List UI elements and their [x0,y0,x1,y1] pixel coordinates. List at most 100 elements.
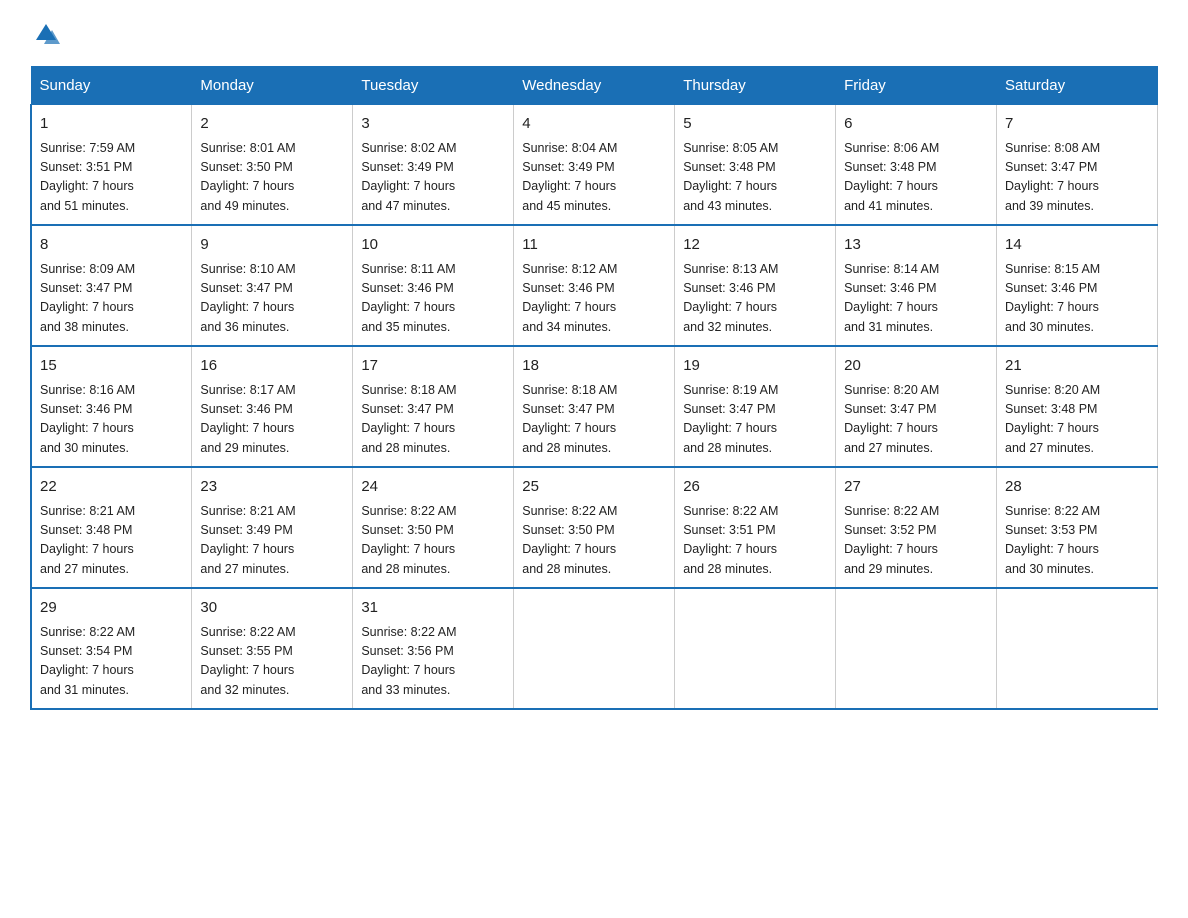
day-info: Sunrise: 8:22 AMSunset: 3:53 PMDaylight:… [1005,502,1149,580]
day-number: 13 [844,234,988,257]
day-info: Sunrise: 8:12 AMSunset: 3:46 PMDaylight:… [522,260,666,338]
day-cell: 1 Sunrise: 7:59 AMSunset: 3:51 PMDaylight… [31,105,192,226]
column-header-sunday: Sunday [31,67,192,105]
day-number: 23 [200,476,344,499]
day-number: 9 [200,234,344,257]
day-info: Sunrise: 8:19 AMSunset: 3:47 PMDaylight:… [683,381,827,459]
day-number: 24 [361,476,505,499]
day-info: Sunrise: 7:59 AMSunset: 3:51 PMDaylight:… [40,139,183,217]
day-number: 17 [361,355,505,378]
column-header-friday: Friday [836,67,997,105]
day-info: Sunrise: 8:22 AMSunset: 3:52 PMDaylight:… [844,502,988,580]
day-info: Sunrise: 8:15 AMSunset: 3:46 PMDaylight:… [1005,260,1149,338]
week-row-1: 1 Sunrise: 7:59 AMSunset: 3:51 PMDaylight… [31,105,1158,226]
day-info: Sunrise: 8:20 AMSunset: 3:47 PMDaylight:… [844,381,988,459]
week-row-2: 8 Sunrise: 8:09 AMSunset: 3:47 PMDaylight… [31,225,1158,346]
day-number: 10 [361,234,505,257]
day-cell: 27 Sunrise: 8:22 AMSunset: 3:52 PMDayligh… [836,467,997,588]
day-cell: 16Sunrise: 8:17 AMSunset: 3:46 PMDayligh… [192,346,353,467]
day-cell: 26 Sunrise: 8:22 AMSunset: 3:51 PMDayligh… [675,467,836,588]
day-info: Sunrise: 8:14 AMSunset: 3:46 PMDaylight:… [844,260,988,338]
day-cell: 18 Sunrise: 8:18 AMSunset: 3:47 PMDayligh… [514,346,675,467]
day-number: 26 [683,476,827,499]
column-header-saturday: Saturday [997,67,1158,105]
day-cell: 17Sunrise: 8:18 AMSunset: 3:47 PMDayligh… [353,346,514,467]
day-cell: 31 Sunrise: 8:22 AMSunset: 3:56 PMDayligh… [353,588,514,709]
day-info: Sunrise: 8:06 AMSunset: 3:48 PMDaylight:… [844,139,988,217]
day-cell: 13 Sunrise: 8:14 AMSunset: 3:46 PMDayligh… [836,225,997,346]
day-number: 11 [522,234,666,257]
day-info: Sunrise: 8:22 AMSunset: 3:50 PMDaylight:… [522,502,666,580]
day-info: Sunrise: 8:08 AMSunset: 3:47 PMDaylight:… [1005,139,1149,217]
day-cell: 19 Sunrise: 8:19 AMSunset: 3:47 PMDayligh… [675,346,836,467]
day-cell: 11 Sunrise: 8:12 AMSunset: 3:46 PMDayligh… [514,225,675,346]
day-number: 15 [40,355,183,378]
day-info: Sunrise: 8:18 AMSunset: 3:47 PMDaylight:… [522,381,666,459]
day-cell: 28 Sunrise: 8:22 AMSunset: 3:53 PMDayligh… [997,467,1158,588]
day-number: 22 [40,476,183,499]
day-cell: 23 Sunrise: 8:21 AMSunset: 3:49 PMDayligh… [192,467,353,588]
day-cell: 22 Sunrise: 8:21 AMSunset: 3:48 PMDayligh… [31,467,192,588]
day-info: Sunrise: 8:11 AMSunset: 3:46 PMDaylight:… [361,260,505,338]
day-number: 3 [361,113,505,136]
day-cell [997,588,1158,709]
day-info: Sunrise: 8:22 AMSunset: 3:54 PMDaylight:… [40,623,183,701]
day-number: 19 [683,355,827,378]
day-info: Sunrise: 8:13 AMSunset: 3:46 PMDaylight:… [683,260,827,338]
day-info: Sunrise: 8:22 AMSunset: 3:51 PMDaylight:… [683,502,827,580]
day-info: Sunrise: 8:17 AMSunset: 3:46 PMDaylight:… [200,381,344,459]
day-number: 30 [200,597,344,620]
day-cell: 2Sunrise: 8:01 AMSunset: 3:50 PMDaylight… [192,105,353,226]
day-cell: 9 Sunrise: 8:10 AMSunset: 3:47 PMDaylight… [192,225,353,346]
day-info: Sunrise: 8:21 AMSunset: 3:48 PMDaylight:… [40,502,183,580]
day-info: Sunrise: 8:10 AMSunset: 3:47 PMDaylight:… [200,260,344,338]
day-cell: 29 Sunrise: 8:22 AMSunset: 3:54 PMDayligh… [31,588,192,709]
day-info: Sunrise: 8:22 AMSunset: 3:55 PMDaylight:… [200,623,344,701]
column-header-wednesday: Wednesday [514,67,675,105]
column-header-monday: Monday [192,67,353,105]
day-number: 29 [40,597,183,620]
column-header-thursday: Thursday [675,67,836,105]
day-number: 7 [1005,113,1149,136]
day-number: 1 [40,113,183,136]
day-cell: 12Sunrise: 8:13 AMSunset: 3:46 PMDayligh… [675,225,836,346]
day-number: 20 [844,355,988,378]
day-cell: 10 Sunrise: 8:11 AMSunset: 3:46 PMDayligh… [353,225,514,346]
day-info: Sunrise: 8:09 AMSunset: 3:47 PMDaylight:… [40,260,183,338]
day-cell: 20 Sunrise: 8:20 AMSunset: 3:47 PMDayligh… [836,346,997,467]
day-info: Sunrise: 8:21 AMSunset: 3:49 PMDaylight:… [200,502,344,580]
logo-icon [32,20,60,48]
day-cell [514,588,675,709]
calendar-table: SundayMondayTuesdayWednesdayThursdayFrid… [30,66,1158,710]
day-info: Sunrise: 8:20 AMSunset: 3:48 PMDaylight:… [1005,381,1149,459]
day-cell: 3 Sunrise: 8:02 AMSunset: 3:49 PMDaylight… [353,105,514,226]
day-cell: 24 Sunrise: 8:22 AMSunset: 3:50 PMDayligh… [353,467,514,588]
day-cell: 7 Sunrise: 8:08 AMSunset: 3:47 PMDaylight… [997,105,1158,226]
day-info: Sunrise: 8:05 AMSunset: 3:48 PMDaylight:… [683,139,827,217]
day-cell [675,588,836,709]
day-number: 4 [522,113,666,136]
day-number: 6 [844,113,988,136]
day-info: Sunrise: 8:22 AMSunset: 3:56 PMDaylight:… [361,623,505,701]
day-cell: 14 Sunrise: 8:15 AMSunset: 3:46 PMDayligh… [997,225,1158,346]
day-info: Sunrise: 8:02 AMSunset: 3:49 PMDaylight:… [361,139,505,217]
day-info: Sunrise: 8:22 AMSunset: 3:50 PMDaylight:… [361,502,505,580]
day-number: 28 [1005,476,1149,499]
day-info: Sunrise: 8:16 AMSunset: 3:46 PMDaylight:… [40,381,183,459]
day-info: Sunrise: 8:01 AMSunset: 3:50 PMDaylight:… [200,139,344,217]
day-number: 27 [844,476,988,499]
week-row-3: 15 Sunrise: 8:16 AMSunset: 3:46 PMDayligh… [31,346,1158,467]
week-row-4: 22 Sunrise: 8:21 AMSunset: 3:48 PMDayligh… [31,467,1158,588]
day-cell: 21Sunrise: 8:20 AMSunset: 3:48 PMDayligh… [997,346,1158,467]
day-cell: 6 Sunrise: 8:06 AMSunset: 3:48 PMDaylight… [836,105,997,226]
day-number: 18 [522,355,666,378]
day-cell: 8 Sunrise: 8:09 AMSunset: 3:47 PMDaylight… [31,225,192,346]
day-number: 5 [683,113,827,136]
day-number: 8 [40,234,183,257]
day-number: 31 [361,597,505,620]
day-number: 14 [1005,234,1149,257]
day-cell: 5 Sunrise: 8:05 AMSunset: 3:48 PMDaylight… [675,105,836,226]
day-cell: 4Sunrise: 8:04 AMSunset: 3:49 PMDaylight… [514,105,675,226]
day-number: 25 [522,476,666,499]
day-cell [836,588,997,709]
